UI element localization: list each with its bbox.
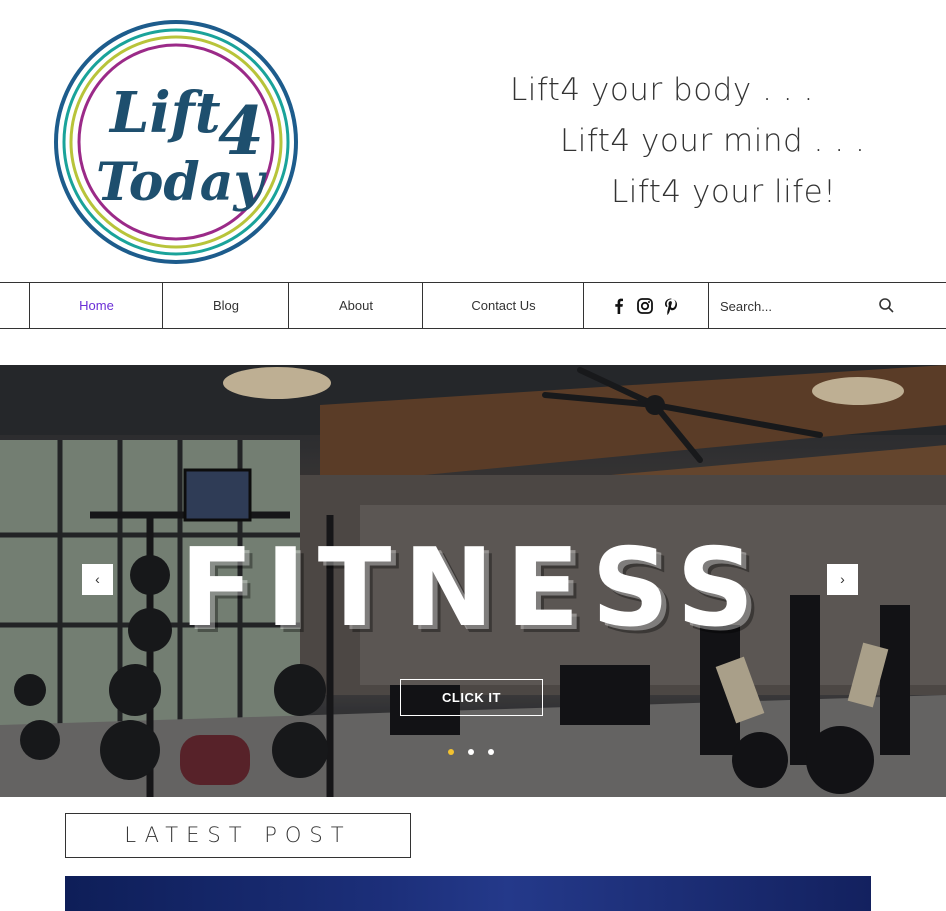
instagram-icon[interactable] (636, 297, 654, 315)
click-it-button[interactable]: CLICK IT (400, 679, 543, 716)
slide-dot[interactable] (488, 749, 494, 755)
latest-post-image[interactable] (65, 876, 871, 911)
facebook-icon[interactable] (610, 297, 628, 315)
social-bar (583, 283, 709, 328)
nav-item-contact-us[interactable]: Contact Us (422, 283, 584, 328)
chevron-right-icon: › (840, 571, 845, 587)
main-nav: Home Blog About Contact Us (0, 282, 946, 329)
slide-indicators (448, 749, 498, 755)
tagline-life: Lift4 your life! (611, 174, 837, 210)
tagline-body: Lift4 your body . . . (510, 72, 814, 108)
nav-item-about[interactable]: About (288, 283, 423, 328)
pinterest-icon[interactable] (662, 297, 680, 315)
nav-item-blog[interactable]: Blog (162, 283, 289, 328)
nav-item-home[interactable]: Home (29, 283, 163, 328)
tagline-mind: Lift4 your mind . . . (560, 123, 866, 159)
slide-dot[interactable] (448, 749, 454, 755)
slide-next-button[interactable]: › (827, 564, 858, 595)
logo-line1: Lift (108, 80, 221, 146)
site-logo[interactable]: Lift 4 Today (48, 14, 304, 270)
slide-dot[interactable] (468, 749, 474, 755)
hero-title: FITNESS (179, 526, 767, 651)
search-icon[interactable] (878, 297, 895, 314)
latest-post-heading: LATEST POST (65, 813, 411, 858)
search-input[interactable] (720, 296, 860, 316)
chevron-left-icon: ‹ (95, 571, 100, 587)
slide-prev-button[interactable]: ‹ (82, 564, 113, 595)
logo-line2: Today (96, 152, 267, 213)
